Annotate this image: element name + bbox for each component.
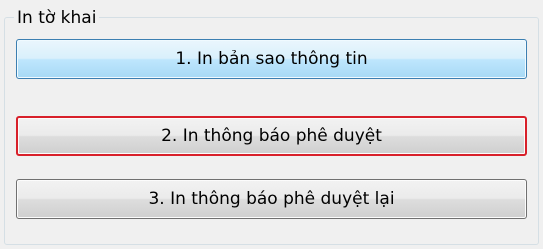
print-reapproval-notice-button-label: 3. In thông báo phê duyệt lại <box>148 189 395 209</box>
print-reapproval-notice-button[interactable]: 3. In thông báo phê duyệt lại <box>16 179 527 219</box>
groupbox-title: In tờ khai <box>14 8 100 28</box>
print-info-copy-button-label: 1. In bản sao thông tin <box>175 49 368 69</box>
print-info-copy-button[interactable]: 1. In bản sao thông tin <box>16 39 527 79</box>
print-approval-notice-button[interactable]: 2. In thông báo phê duyệt <box>16 116 527 156</box>
print-approval-notice-button-label: 2. In thông báo phê duyệt <box>161 126 382 146</box>
